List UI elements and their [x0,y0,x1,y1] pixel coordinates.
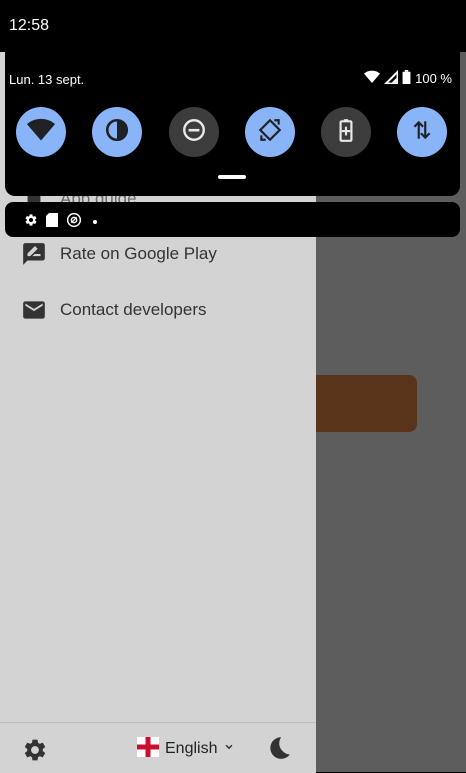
wifi-tile[interactable] [16,107,66,157]
drawer-footer: English [0,722,316,773]
status-time: 12:58 [9,17,50,34]
status-bar: 12:58 [0,0,466,52]
drag-handle[interactable] [218,175,246,179]
cell-signal-icon [384,70,399,87]
notification-icons [24,212,100,233]
quick-settings-panel: Lun. 13 sept. 100 % [5,52,460,196]
drawer-item-rate[interactable]: Rate on Google Play [0,232,316,276]
wifi-signal-icon [364,70,381,87]
app-card[interactable] [300,375,417,432]
do-not-disturb-icon [181,117,207,148]
qs-date: Lun. 13 sept. [9,72,85,87]
qs-status-icons: 100 % [364,70,452,87]
chevron-down-icon [222,740,236,759]
mobile-data-tile[interactable] [397,107,447,157]
mail-icon [21,297,47,323]
drawer-item-contact[interactable]: Contact developers [0,288,316,332]
settings-gear-icon[interactable] [22,737,48,763]
auto-rotate-tile[interactable] [245,107,295,157]
drawer-item-label: Contact developers [60,300,207,319]
settings-notification-icon [24,213,38,232]
england-flag-icon [136,735,160,764]
battery-icon [402,70,411,87]
contrast-tile[interactable] [92,107,142,157]
dark-mode-moon-icon[interactable] [266,735,292,761]
rate-review-icon [21,241,47,267]
battery-saver-tile[interactable] [321,107,371,157]
language-label: English [165,740,218,757]
battery-saver-icon [333,117,359,148]
notification-icons-strip[interactable] [5,202,460,237]
do-not-disturb-tile[interactable] [169,107,219,157]
drawer-item-label: Rate on Google Play [60,244,217,263]
mobile-data-icon [409,117,435,148]
app-notification-icon [66,212,82,233]
contrast-icon [104,117,130,148]
wifi-icon [27,118,55,147]
sd-card-icon [46,213,58,232]
battery-percentage: 100 % [415,71,452,86]
more-notifications-dot-icon [90,214,100,232]
language-selector[interactable]: English [136,735,236,764]
auto-rotate-icon [257,117,283,148]
